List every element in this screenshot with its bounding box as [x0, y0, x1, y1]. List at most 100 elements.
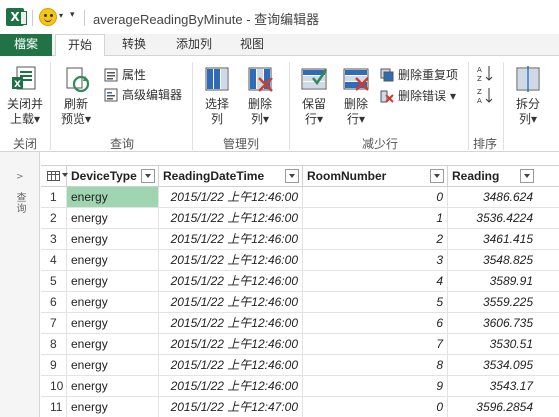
cell-roomnumber[interactable]: 3	[303, 250, 448, 270]
advanced-editor-button[interactable]: 高级编辑器	[104, 86, 182, 103]
ribbon-tabs: 檔案 开始 转换 添加列 视图	[0, 34, 559, 57]
table-row[interactable]: 6 energy 2015/1/22 上午12:46:00 5 3559.225	[41, 292, 559, 313]
table-row[interactable]: 8 energy 2015/1/22 上午12:46:00 7 3530.51	[41, 334, 559, 355]
cell-devicetype[interactable]: energy	[67, 271, 159, 291]
cell-readingdatetime[interactable]: 2015/1/22 上午12:47:00	[159, 397, 303, 417]
group-label-close: 关闭	[12, 137, 37, 151]
column-header-roomnumber[interactable]: RoomNumber	[303, 166, 448, 187]
cell-roomnumber[interactable]: 8	[303, 355, 448, 375]
cell-roomnumber[interactable]: 2	[303, 229, 448, 249]
tab-transform[interactable]: 转换	[112, 34, 156, 56]
quick-access-dropdown-icon[interactable]: ▾	[70, 10, 75, 20]
filter-dropdown-icon[interactable]	[141, 169, 155, 183]
cell-roomnumber[interactable]: 6	[303, 313, 448, 333]
table-row[interactable]: 11 energy 2015/1/22 上午12:47:00 0 3596.2854	[41, 397, 559, 417]
row-number: 7	[41, 313, 67, 333]
cell-roomnumber[interactable]: 4	[303, 271, 448, 291]
cell-reading[interactable]: 3596.2854	[448, 397, 559, 417]
split-column-button[interactable]: 拆分 列▾	[510, 64, 546, 127]
cell-roomnumber[interactable]: 5	[303, 292, 448, 312]
table-row[interactable]: 3 energy 2015/1/22 上午12:46:00 2 3461.415	[41, 229, 559, 250]
sort-descending-button[interactable]: ZA	[476, 86, 494, 105]
expand-pane-chevron-icon[interactable]: >	[16, 172, 24, 182]
cell-roomnumber[interactable]: 7	[303, 334, 448, 354]
remove-columns-label2: 列▾	[250, 112, 270, 126]
properties-button[interactable]: 属性	[104, 66, 146, 83]
cell-devicetype[interactable]: energy	[67, 313, 159, 333]
cell-readingdatetime[interactable]: 2015/1/22 上午12:46:00	[159, 229, 303, 249]
close-and-load-icon: X	[10, 64, 40, 94]
remove-columns-button[interactable]: 删除 列▾	[242, 64, 278, 127]
cell-devicetype[interactable]: energy	[67, 208, 159, 228]
cell-readingdatetime[interactable]: 2015/1/22 上午12:46:00	[159, 334, 303, 354]
excel-app-icon[interactable]: X	[6, 8, 27, 26]
remove-duplicates-button[interactable]: 删除重复项	[380, 66, 458, 83]
cell-roomnumber[interactable]: 0	[303, 397, 448, 417]
cell-readingdatetime[interactable]: 2015/1/22 上午12:46:00	[159, 187, 303, 207]
cell-reading[interactable]: 3559.225	[448, 292, 559, 312]
column-header-reading[interactable]: Reading	[448, 166, 559, 187]
cell-reading[interactable]: 3548.825	[448, 250, 559, 270]
keep-rows-button[interactable]: 保留 行▾	[296, 64, 332, 127]
cell-readingdatetime[interactable]: 2015/1/22 上午12:46:00	[159, 313, 303, 333]
table-row[interactable]: 4 energy 2015/1/22 上午12:46:00 3 3548.825	[41, 250, 559, 271]
column-header-devicetype[interactable]: DeviceType	[67, 166, 159, 187]
cell-devicetype[interactable]: energy	[67, 334, 159, 354]
table-row[interactable]: 7 energy 2015/1/22 上午12:46:00 6 3606.735	[41, 313, 559, 334]
cell-readingdatetime[interactable]: 2015/1/22 上午12:46:00	[159, 376, 303, 396]
cell-roomnumber[interactable]: 9	[303, 376, 448, 396]
cell-roomnumber[interactable]: 0	[303, 187, 448, 207]
table-row[interactable]: 5 energy 2015/1/22 上午12:46:00 4 3589.91	[41, 271, 559, 292]
cell-roomnumber[interactable]: 1	[303, 208, 448, 228]
remove-errors-button[interactable]: 删除错误 ▾	[380, 87, 456, 104]
filter-dropdown-icon[interactable]	[430, 169, 444, 183]
filter-dropdown-icon[interactable]	[285, 169, 299, 183]
table-menu-button[interactable]	[41, 166, 68, 187]
refresh-preview-button[interactable]: 刷新 预览▾	[56, 64, 96, 127]
cell-reading[interactable]: 3606.735	[448, 313, 559, 333]
cell-devicetype[interactable]: energy	[67, 187, 159, 207]
cell-reading[interactable]: 3486.624	[448, 187, 559, 207]
advanced-editor-icon	[104, 88, 118, 102]
cell-reading[interactable]: 3534.095	[448, 355, 559, 375]
filter-dropdown-icon[interactable]	[520, 169, 534, 183]
cell-devicetype[interactable]: energy	[67, 397, 159, 417]
table-row[interactable]: 2 energy 2015/1/22 上午12:46:00 1 3536.4224	[41, 208, 559, 229]
cell-reading[interactable]: 3530.51	[448, 334, 559, 354]
cell-devicetype[interactable]: energy	[67, 355, 159, 375]
cell-reading[interactable]: 3543.17	[448, 376, 559, 396]
sort-descending-icon: ZA	[476, 86, 494, 105]
keep-rows-label2: 行▾	[304, 112, 324, 126]
tab-file[interactable]: 檔案	[0, 34, 52, 56]
properties-icon	[104, 68, 118, 82]
column-header-readingdatetime[interactable]: ReadingDateTime	[159, 166, 303, 187]
feedback-smiley-icon[interactable]	[39, 8, 57, 26]
cell-devicetype[interactable]: energy	[67, 250, 159, 270]
queries-pane-collapsed[interactable]: > 查询	[0, 152, 40, 417]
smiley-dropdown-icon[interactable]: ▾	[59, 11, 63, 20]
sort-ascending-button[interactable]: AZ	[476, 64, 494, 83]
remove-rows-button[interactable]: 删除 行▾	[338, 64, 374, 127]
cell-readingdatetime[interactable]: 2015/1/22 上午12:46:00	[159, 292, 303, 312]
svg-text:X: X	[14, 80, 21, 90]
cell-readingdatetime[interactable]: 2015/1/22 上午12:46:00	[159, 208, 303, 228]
table-row[interactable]: 10 energy 2015/1/22 上午12:46:00 9 3543.17	[41, 376, 559, 397]
tab-home[interactable]: 开始	[55, 34, 105, 57]
cell-devicetype[interactable]: energy	[67, 376, 159, 396]
cell-reading[interactable]: 3589.91	[448, 271, 559, 291]
tab-view[interactable]: 视图	[230, 34, 274, 56]
row-number: 3	[41, 229, 67, 249]
cell-devicetype[interactable]: energy	[67, 292, 159, 312]
cell-readingdatetime[interactable]: 2015/1/22 上午12:46:00	[159, 271, 303, 291]
cell-readingdatetime[interactable]: 2015/1/22 上午12:46:00	[159, 250, 303, 270]
tab-add-column[interactable]: 添加列	[166, 34, 222, 56]
table-row[interactable]: 9 energy 2015/1/22 上午12:46:00 8 3534.095	[41, 355, 559, 376]
group-separator	[289, 62, 290, 150]
table-row[interactable]: 1 energy 2015/1/22 上午12:46:00 0 3486.624	[41, 187, 559, 208]
cell-devicetype[interactable]: energy	[67, 229, 159, 249]
choose-columns-button[interactable]: 选择 列	[199, 64, 235, 127]
cell-reading[interactable]: 3536.4224	[448, 208, 559, 228]
cell-reading[interactable]: 3461.415	[448, 229, 559, 249]
cell-readingdatetime[interactable]: 2015/1/22 上午12:46:00	[159, 355, 303, 375]
close-and-load-button[interactable]: X 关闭并 上载▾	[4, 64, 46, 127]
